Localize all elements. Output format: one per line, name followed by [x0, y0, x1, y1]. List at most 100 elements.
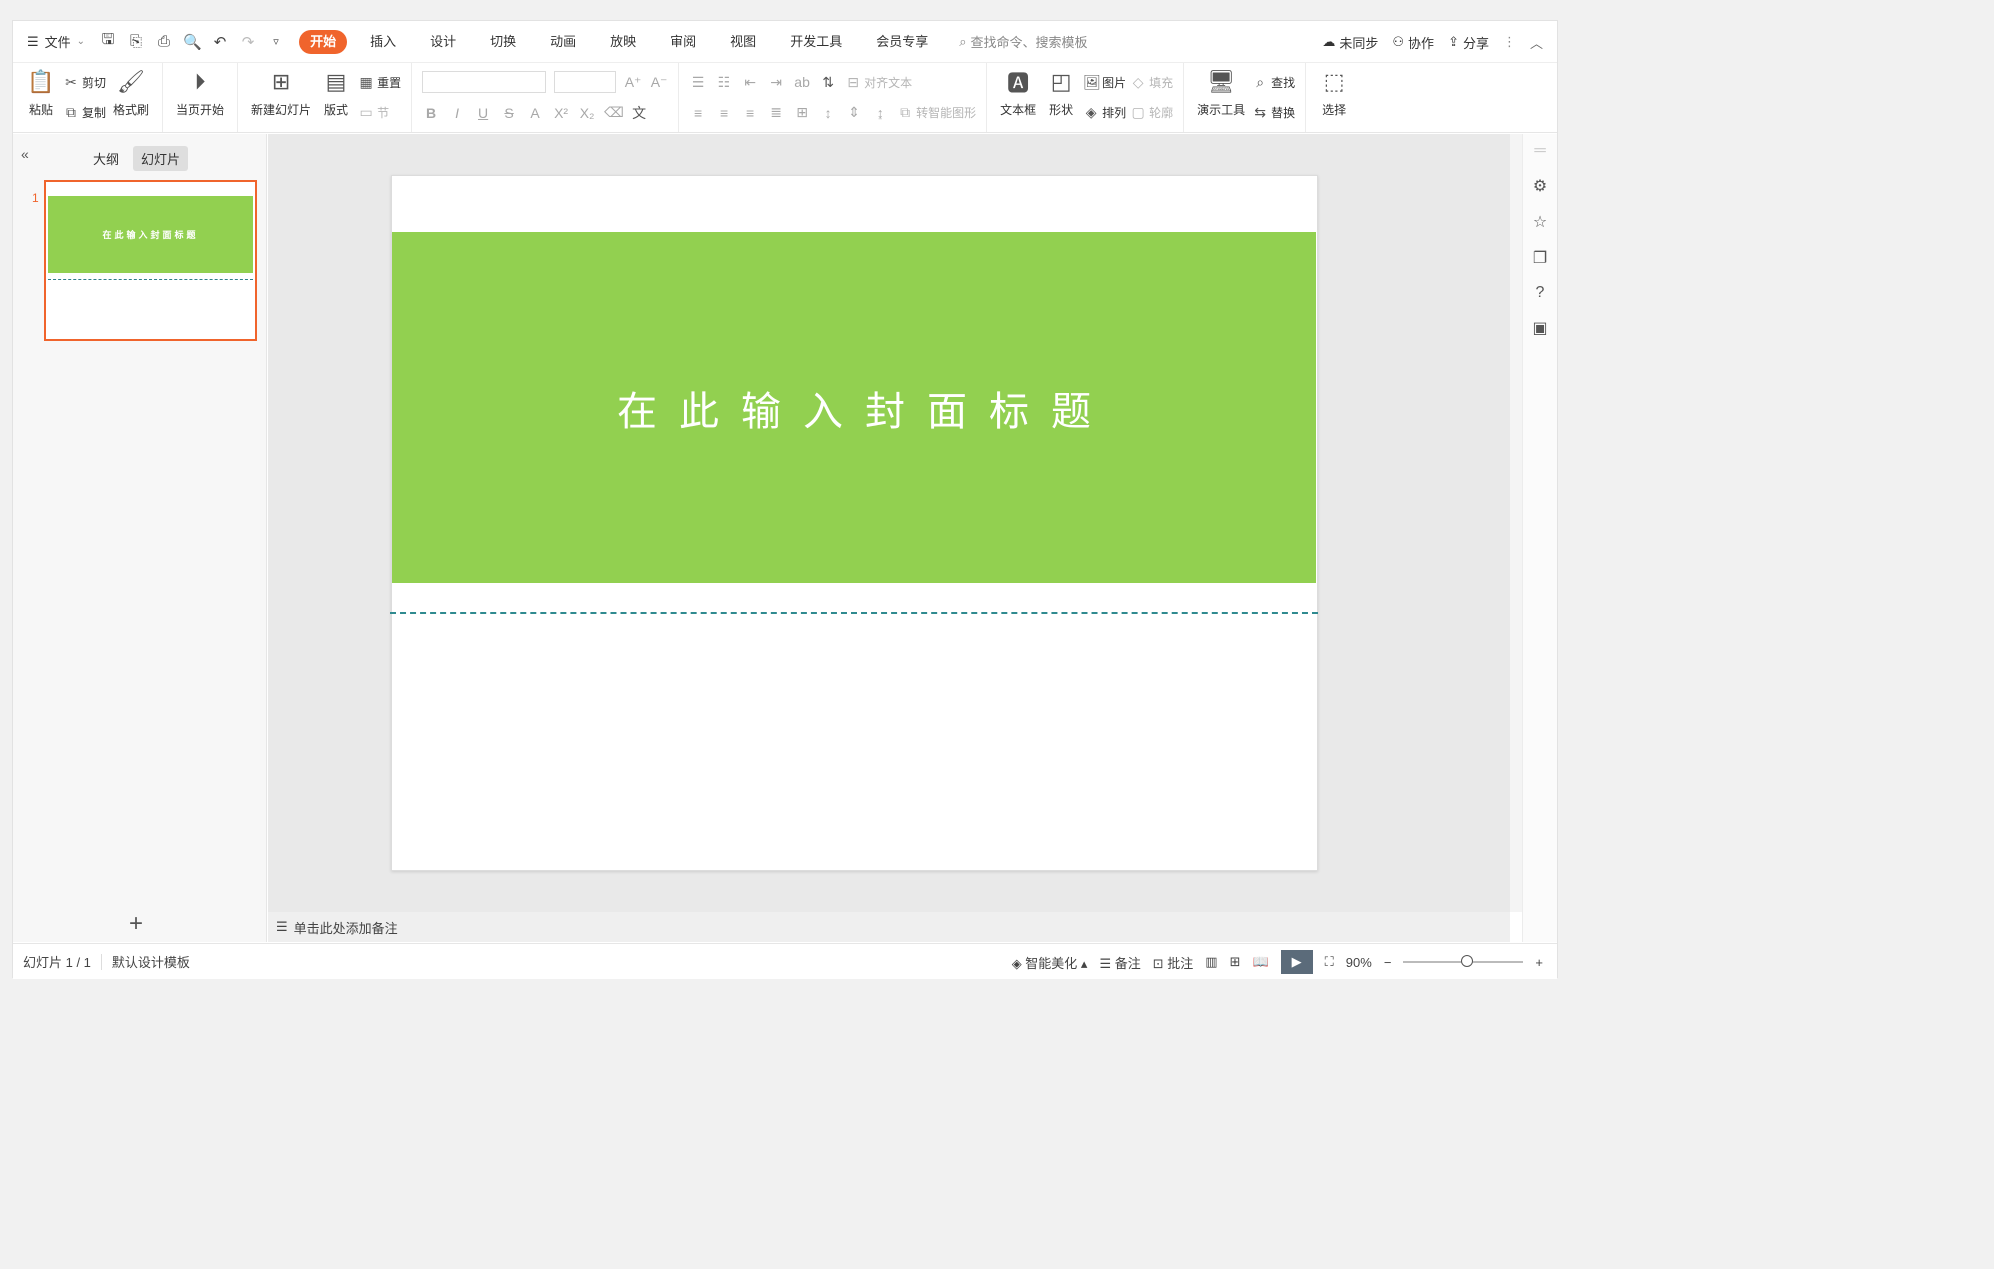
- tab-view[interactable]: 视图: [713, 30, 773, 54]
- tab-transitions[interactable]: 切换: [473, 30, 533, 54]
- underline-icon[interactable]: U: [474, 105, 492, 121]
- copy-button[interactable]: ⧉ 复制: [63, 101, 106, 125]
- star-icon[interactable]: ☆: [1533, 212, 1547, 232]
- undo-icon[interactable]: ↶: [211, 33, 229, 51]
- zoom-in-icon[interactable]: +: [1535, 955, 1543, 970]
- cut-button[interactable]: ✂ 剪切: [63, 70, 106, 94]
- outline-button[interactable]: ▢ 轮廓: [1130, 101, 1174, 125]
- tab-animations[interactable]: 动画: [533, 30, 593, 54]
- add-slide-button[interactable]: +: [129, 910, 143, 938]
- format-painter-button[interactable]: 🖌 格式刷: [108, 63, 154, 132]
- tab-insert[interactable]: 插入: [353, 30, 413, 54]
- text-direction-icon[interactable]: ab: [793, 74, 811, 90]
- picture-button[interactable]: 🖼 图片: [1083, 70, 1126, 94]
- decrease-indent-icon[interactable]: ⇤: [741, 74, 759, 91]
- presentation-tools-button[interactable]: 🖥 演示工具: [1192, 63, 1250, 132]
- clear-format-icon[interactable]: ⌫: [604, 104, 624, 121]
- increase-font-icon[interactable]: A⁺: [624, 74, 642, 91]
- play-from-current-button[interactable]: ⏵ 当页开始: [171, 63, 229, 132]
- properties-icon[interactable]: ⚙: [1533, 176, 1547, 196]
- customize-icon[interactable]: ▿: [267, 35, 285, 48]
- zoom-slider-knob[interactable]: [1461, 955, 1474, 967]
- zoom-slider[interactable]: [1403, 955, 1524, 967]
- font-family-select[interactable]: [422, 71, 547, 94]
- collapse-panel-icon[interactable]: «: [21, 146, 29, 162]
- print-icon[interactable]: ⎙: [155, 33, 173, 50]
- new-slide-button[interactable]: ⊞ 新建幻灯片: [246, 63, 316, 132]
- tab-slides[interactable]: 幻灯片: [133, 146, 189, 171]
- collapse-ribbon-icon[interactable]: ︿: [1530, 33, 1543, 52]
- italic-icon[interactable]: I: [448, 105, 466, 121]
- normal-view-icon[interactable]: ▥: [1205, 954, 1217, 970]
- slide[interactable]: 在此输入封面标题: [390, 175, 1318, 871]
- superscript-icon[interactable]: X²: [552, 105, 570, 121]
- sync-button[interactable]: ☁ 未同步: [1322, 33, 1378, 52]
- font-size-select[interactable]: [554, 71, 617, 94]
- sorter-view-icon[interactable]: ⊞: [1230, 954, 1241, 970]
- slide-thumbnail[interactable]: 在此输入封面标题: [44, 180, 257, 341]
- tab-member[interactable]: 会员专享: [859, 30, 945, 54]
- smartart-button[interactable]: ⧉ 转智能图形: [897, 101, 976, 125]
- reading-view-icon[interactable]: 📖: [1252, 954, 1268, 970]
- notes-area[interactable]: ☰ 单击此处添加备注: [268, 912, 1510, 942]
- distribute-icon[interactable]: ⊞: [793, 104, 811, 121]
- bold-icon[interactable]: B: [422, 105, 440, 121]
- shape-button[interactable]: ◰ 形状: [1041, 63, 1081, 132]
- line-spacing-icon[interactable]: ↕: [819, 105, 837, 121]
- more-vertical-icon[interactable]: ⋮: [1503, 34, 1516, 50]
- collab-button[interactable]: ⚇ 协作: [1392, 33, 1434, 52]
- spacing-icon[interactable]: ↨: [871, 105, 889, 121]
- tab-review[interactable]: 审阅: [653, 30, 713, 54]
- tab-design[interactable]: 设计: [413, 30, 473, 54]
- share-button[interactable]: ⇪ 分享: [1448, 33, 1489, 52]
- zoom-level[interactable]: 90%: [1346, 955, 1372, 970]
- strikethrough-icon[interactable]: S: [500, 105, 518, 121]
- reset-button[interactable]: ▦ 重置: [358, 70, 401, 94]
- align-left-icon[interactable]: ≡: [689, 105, 707, 121]
- font-color-icon[interactable]: A: [526, 105, 544, 121]
- export-icon[interactable]: ⎘: [127, 33, 145, 50]
- print-preview-icon[interactable]: 🔍: [183, 33, 202, 51]
- find-button[interactable]: ⌕ 查找: [1252, 70, 1295, 94]
- fit-window-icon[interactable]: ⛶: [1325, 954, 1334, 970]
- help-icon[interactable]: ?: [1536, 284, 1545, 302]
- slides-icon[interactable]: ❐: [1533, 248, 1547, 268]
- arrange-button[interactable]: ◈ 排列: [1083, 101, 1126, 125]
- paragraph-spacing-icon[interactable]: ⇕: [845, 104, 863, 121]
- tab-home[interactable]: 开始: [299, 29, 348, 54]
- save-icon[interactable]: 🖫: [99, 29, 117, 54]
- section-button[interactable]: ▭ 节: [358, 101, 401, 125]
- command-search[interactable]: ⌕ 查找命令、搜索模板: [959, 32, 1087, 51]
- file-menu[interactable]: ☰ 文件 ⌄: [13, 28, 93, 56]
- numbered-list-icon[interactable]: ☷: [715, 74, 733, 91]
- zoom-out-icon[interactable]: −: [1384, 955, 1392, 970]
- fill-button[interactable]: ◇ 填充: [1130, 70, 1173, 94]
- tab-slideshow[interactable]: 放映: [593, 30, 653, 54]
- play-slideshow-button[interactable]: ▶: [1280, 950, 1313, 974]
- replace-button[interactable]: ⇆ 替换: [1252, 101, 1295, 125]
- increase-indent-icon[interactable]: ⇥: [767, 74, 785, 91]
- textbox-button[interactable]: 🅰 文本框: [995, 63, 1041, 132]
- tab-outline[interactable]: 大纲: [85, 146, 127, 171]
- subscript-icon[interactable]: X₂: [578, 105, 596, 121]
- tab-developer[interactable]: 开发工具: [773, 30, 859, 54]
- redo-icon[interactable]: ↷: [239, 33, 257, 51]
- paste-button[interactable]: 📋 粘贴: [21, 63, 61, 132]
- template-name[interactable]: 默认设计模板: [102, 952, 200, 971]
- layout-button[interactable]: ▤ 版式: [316, 63, 356, 132]
- comments-button[interactable]: ⊡ 批注: [1153, 953, 1194, 972]
- select-button[interactable]: ⬚ 选择: [1314, 63, 1354, 132]
- decrease-font-icon[interactable]: A⁻: [650, 74, 668, 91]
- beautify-button[interactable]: ◈ 智能美化 ▴: [1012, 953, 1088, 972]
- title-band[interactable]: 在此输入封面标题: [392, 232, 1316, 583]
- justify-icon[interactable]: ≣: [767, 104, 785, 121]
- align-right-icon[interactable]: ≡: [741, 105, 759, 121]
- phonetic-icon[interactable]: 文: [630, 103, 648, 123]
- sort-icon[interactable]: ⇅: [819, 74, 837, 91]
- align-center-icon[interactable]: ≡: [715, 105, 733, 121]
- align-text-button[interactable]: ⊟ 对齐文本: [845, 70, 912, 94]
- bullet-list-icon[interactable]: ☰: [689, 74, 707, 91]
- slide-title[interactable]: 在此输入封面标题: [595, 379, 1113, 437]
- archive-icon[interactable]: ▣: [1532, 318, 1547, 338]
- notes-toggle-button[interactable]: ☰ 备注: [1099, 953, 1140, 972]
